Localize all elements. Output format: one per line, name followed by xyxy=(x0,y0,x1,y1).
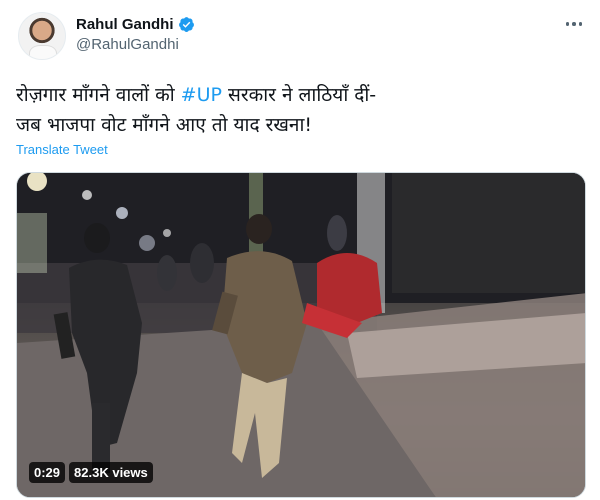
video-frame-illustration xyxy=(17,173,585,497)
video-views-badge: 82.3K views xyxy=(69,462,153,483)
tweet-text-line-1: रोज़गार माँगने वालों को #UP सरकार ने लाठ… xyxy=(16,80,586,110)
more-options-button[interactable] xyxy=(560,14,588,34)
more-horizontal-icon xyxy=(572,22,576,26)
video-badges: 0:29 82.3K views xyxy=(29,462,153,483)
translate-tweet-link[interactable]: Translate Tweet xyxy=(16,142,108,157)
video-duration-badge: 0:29 xyxy=(29,462,66,483)
avatar-shirt xyxy=(29,45,57,59)
author-handle[interactable]: @RahulGandhi xyxy=(76,36,179,53)
tweet-text-line-2: जब भाजपा वोट माँगने आए तो याद रखना! xyxy=(16,114,313,136)
tweet-text-segment: सरकार ने लाठियाँ दीं- xyxy=(221,84,377,106)
tweet-text: रोज़गार माँगने वालों को #UP सरकार ने लाठ… xyxy=(16,80,586,140)
video-player[interactable]: 0:29 82.3K views xyxy=(16,172,586,498)
verified-badge-icon xyxy=(178,16,194,32)
more-horizontal-icon xyxy=(565,22,570,26)
more-horizontal-icon xyxy=(578,22,583,26)
tweet-card: Rahul Gandhi @RahulGandhi रोज़गार माँगने… xyxy=(0,0,600,500)
author-display-name[interactable]: Rahul Gandhi xyxy=(76,16,174,33)
author-name-row: Rahul Gandhi xyxy=(76,14,195,34)
avatar[interactable] xyxy=(18,12,66,60)
hashtag-link[interactable]: #UP xyxy=(181,84,222,106)
tweet-text-segment: रोज़गार माँगने वालों को xyxy=(16,84,181,106)
